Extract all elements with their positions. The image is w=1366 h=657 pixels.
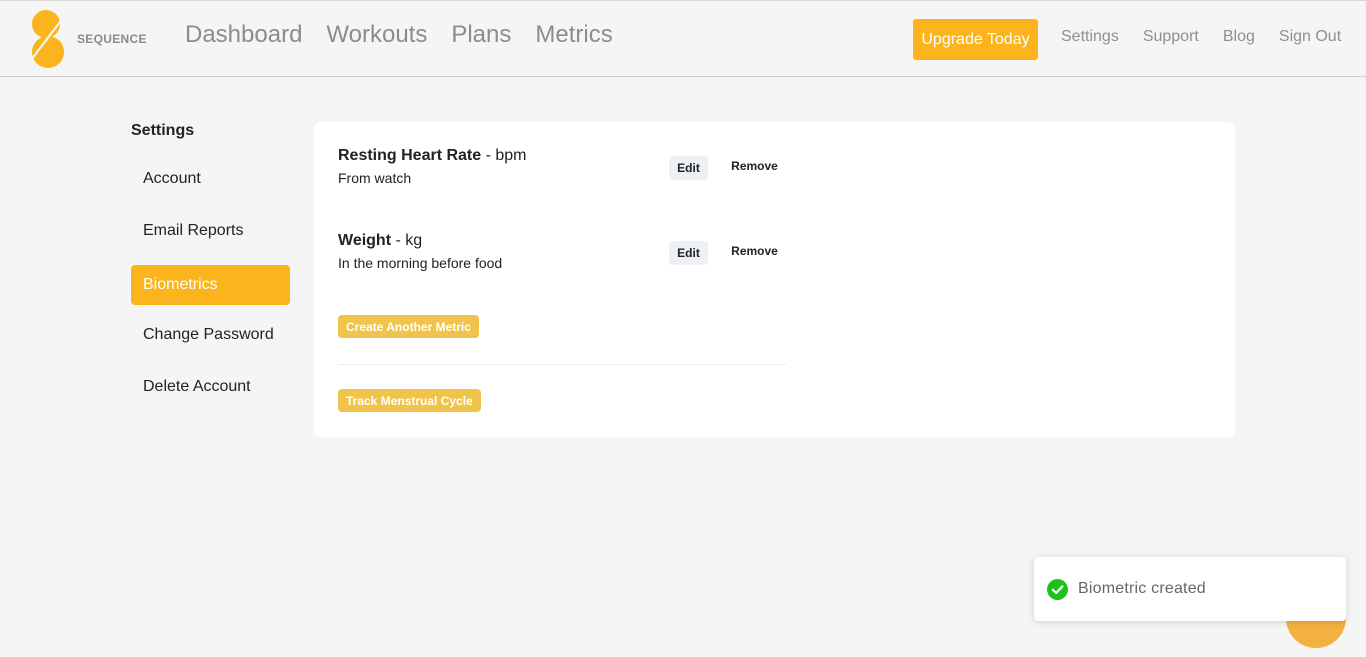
edit-metric-button[interactable]: Edit	[669, 156, 708, 180]
remove-metric-button[interactable]: Remove	[724, 239, 785, 263]
metric-description: From watch	[338, 170, 412, 186]
metric-title: Weight - kg	[338, 232, 422, 250]
metric-description: In the morning before food	[338, 255, 503, 271]
toast-notification: Biometric created	[1034, 557, 1346, 621]
track-menstrual-cycle-button[interactable]: Track Menstrual Cycle	[338, 389, 481, 412]
biometrics-card: Resting Heart Rate - bpm From watch Edit…	[314, 122, 1235, 437]
nav-support[interactable]: Support	[1143, 28, 1199, 46]
sidebar-item-account[interactable]: Account	[131, 159, 290, 199]
nav-settings[interactable]: Settings	[1061, 28, 1119, 46]
metric-name: Weight	[338, 232, 392, 249]
nav-dashboard[interactable]: Dashboard	[185, 21, 302, 49]
upgrade-button[interactable]: Upgrade Today	[913, 19, 1038, 60]
metric-unit: - bpm	[481, 147, 527, 164]
remove-metric-button[interactable]: Remove	[724, 154, 785, 178]
nav-plans[interactable]: Plans	[451, 21, 511, 49]
sidebar-item-biometrics[interactable]: Biometrics	[131, 265, 290, 305]
nav-sign-out[interactable]: Sign Out	[1279, 28, 1341, 46]
edit-metric-button[interactable]: Edit	[669, 241, 708, 265]
toast-message: Biometric created	[1078, 580, 1206, 597]
metric-name: Resting Heart Rate	[338, 147, 482, 164]
nav-blog[interactable]: Blog	[1223, 28, 1255, 46]
account-nav: Settings Support Blog Sign Out	[1061, 28, 1341, 46]
main-nav: Dashboard Workouts Plans Metrics	[185, 21, 613, 49]
nav-workouts[interactable]: Workouts	[326, 21, 427, 49]
brand-name[interactable]: SEQUENCE	[77, 32, 147, 46]
metric-title: Resting Heart Rate - bpm	[338, 147, 527, 165]
sidebar-item-change-password[interactable]: Change Password	[131, 315, 290, 355]
nav-metrics[interactable]: Metrics	[535, 21, 612, 49]
divider	[338, 364, 786, 365]
sidebar-item-delete-account[interactable]: Delete Account	[131, 367, 290, 407]
sidebar-item-email-reports[interactable]: Email Reports	[131, 211, 290, 251]
sidebar-title: Settings	[131, 122, 195, 139]
sequence-logo-icon[interactable]	[24, 10, 70, 69]
check-circle-icon	[1047, 578, 1068, 600]
create-metric-button[interactable]: Create Another Metric	[338, 315, 479, 338]
top-navbar: SEQUENCE Dashboard Workouts Plans Metric…	[0, 0, 1366, 77]
metric-unit: - kg	[391, 232, 423, 249]
